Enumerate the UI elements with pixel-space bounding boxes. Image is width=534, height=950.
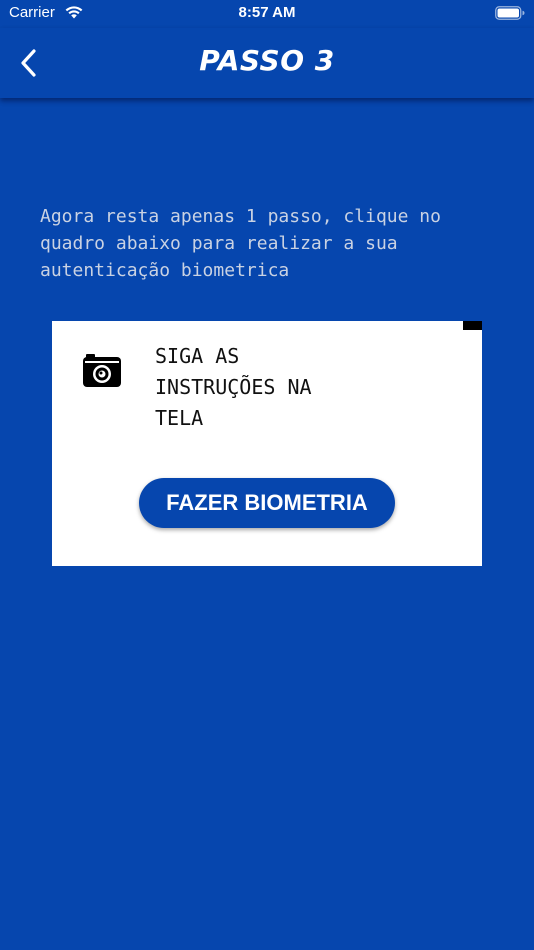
page-title: PASSO 3 xyxy=(199,44,335,77)
instruction-text: Agora resta apenas 1 passo, clique no qu… xyxy=(40,206,441,281)
camera-icon xyxy=(83,354,121,387)
battery-icon xyxy=(495,6,525,20)
biometry-card[interactable]: SIGA AS INSTRUÇÕES NA TELA FAZER BIOMETR… xyxy=(52,321,482,566)
navigation-bar: PASSO 3 xyxy=(0,28,534,98)
card-corner-mark xyxy=(463,321,482,330)
fazer-biometria-button[interactable]: FAZER BIOMETRIA xyxy=(139,478,395,528)
status-time: 8:57 AM xyxy=(238,4,296,21)
card-instruction-text: SIGA AS INSTRUÇÕES NA TELA xyxy=(155,344,312,430)
status-bar: Carrier 8:57 AM xyxy=(0,0,534,28)
